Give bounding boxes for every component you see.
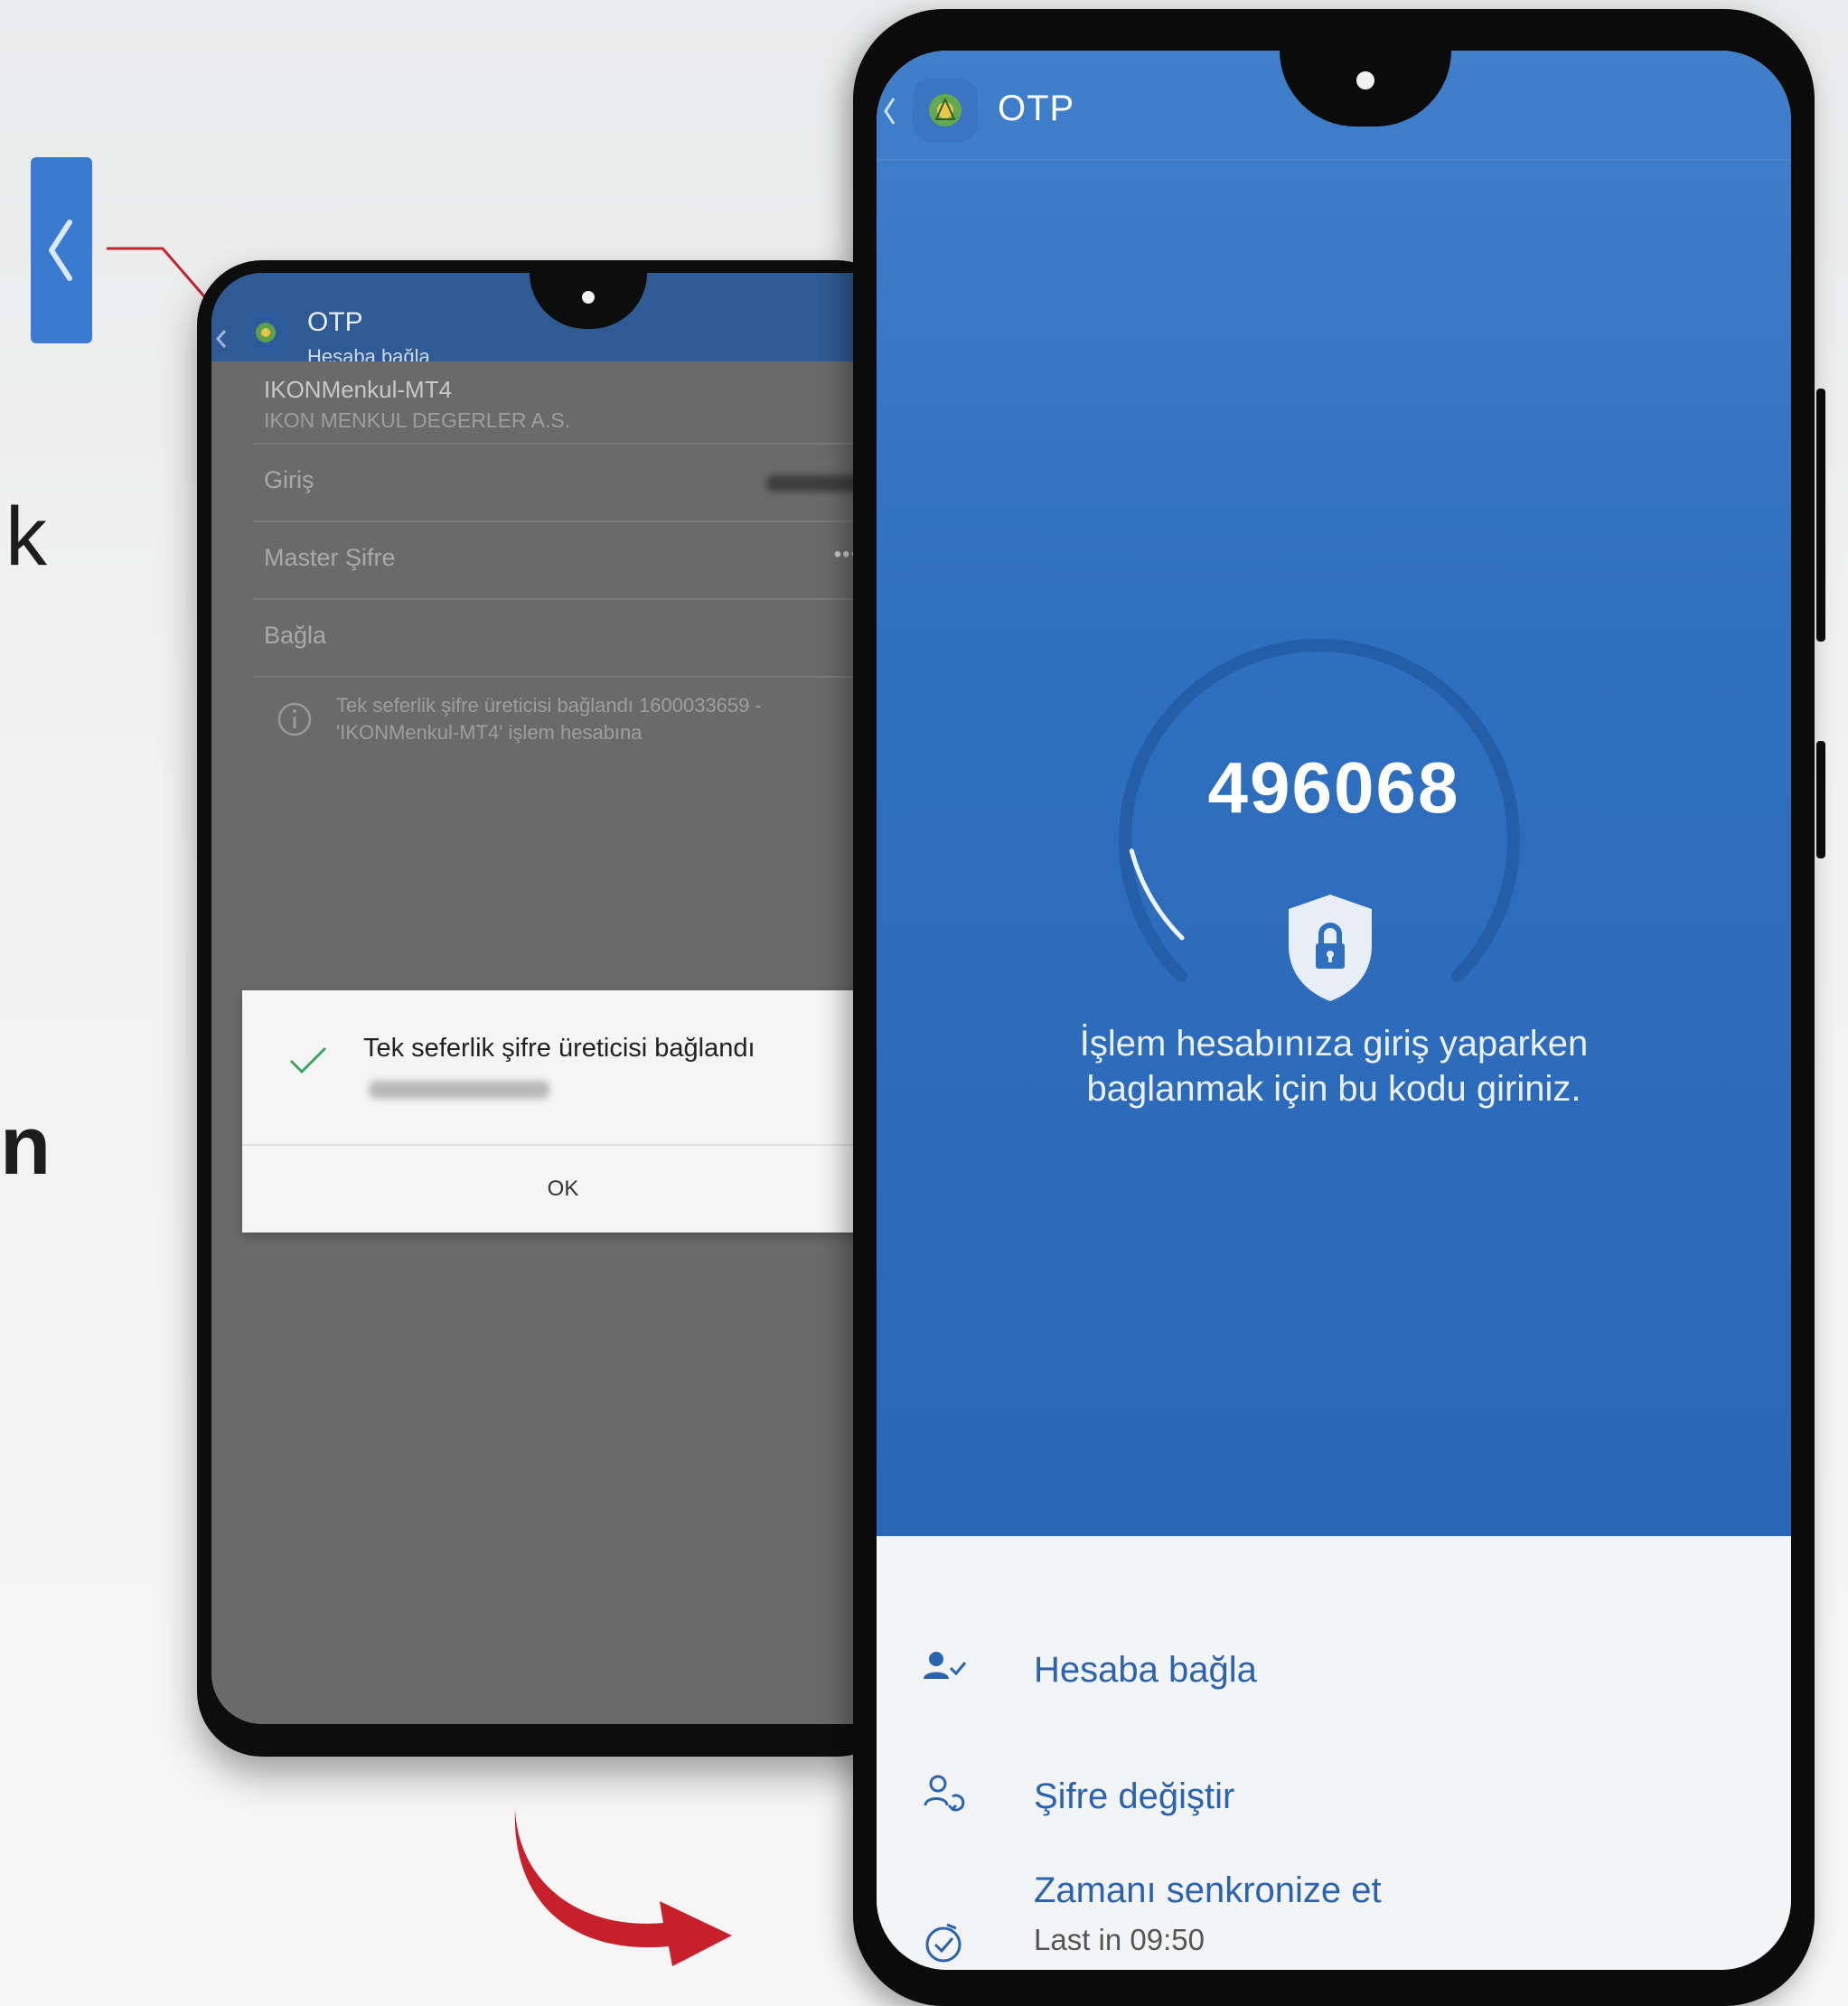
back-arrow-icon[interactable] (215, 329, 228, 349)
back-phone-screen: OTP Hesaba bağla BA IKONMenkul-MT4 IKON … (211, 273, 902, 1724)
back-phone: OTP Hesaba bağla BA IKONMenkul-MT4 IKON … (197, 260, 902, 1757)
link-account-form: IKONMenkul-MT4 IKON MENKUL DEGERLER A.S.… (211, 361, 902, 1724)
success-check-icon (289, 1046, 327, 1074)
camera-icon (1348, 63, 1383, 98)
metatrader-logo-icon (913, 78, 978, 143)
master-password-row[interactable]: Master Şifre •••••••• (253, 522, 902, 600)
link-label: Bağla (264, 622, 327, 649)
dialog-ok-button[interactable]: OK (242, 1176, 902, 1202)
front-phone-notch (1280, 51, 1451, 127)
login-row[interactable]: Giriş (253, 445, 902, 522)
menu-label-sync-time: Zamanı senkronize et (1034, 1870, 1382, 1910)
broker-row[interactable]: IKONMenkul-MT4 IKON MENKUL DEGERLER A.S. (253, 361, 902, 445)
success-dialog: Tek seferlik şifre üreticisi bağlandı OK (242, 990, 902, 1233)
menu-item-link-account[interactable]: Hesaba bağla (877, 1626, 1791, 1717)
metatrader-logo-icon (244, 311, 287, 354)
link-row[interactable]: Bağla (253, 600, 902, 678)
sync-time-icon (925, 1923, 962, 1963)
login-label: Giriş (264, 466, 314, 493)
dialog-message: Tek seferlik şifre üreticisi bağlandı (363, 1034, 755, 1063)
info-text: Tek seferlik şifre üreticisi bağlandı 16… (336, 694, 762, 744)
menu-item-change-password[interactable]: Şifre değiştir (877, 1753, 1791, 1843)
sync-last-time: Last in 09:50 (1034, 1923, 1205, 1956)
menu-label-change-password: Şifre değiştir (1034, 1776, 1235, 1816)
transition-arrow-icon (514, 1809, 732, 1966)
volume-button (1816, 389, 1825, 642)
dialog-divider (242, 1144, 902, 1146)
otp-menu: Hesaba bağla Şifre değiştir Zamanı senkr… (877, 1536, 1791, 1970)
broker-company: IKON MENKUL DEGERLER A.S. (264, 408, 571, 432)
dialog-account-blurred (369, 1081, 549, 1099)
menu-item-sync-time[interactable]: Zamanı senkronize et Last in 09:50 (877, 1870, 1791, 1963)
edge-text-n: n (0, 1100, 52, 1192)
link-account-icon (924, 1652, 967, 1679)
edge-text-k: k (5, 491, 47, 583)
back-chevron-icon (49, 220, 72, 281)
app-bar-divider (877, 159, 1791, 161)
menu-label-link-account: Hesaba bağla (1034, 1650, 1257, 1690)
master-password-label: Master Şifre (264, 544, 396, 571)
back-arrow-icon[interactable] (882, 96, 896, 127)
otp-code: 496068 (1207, 747, 1460, 828)
front-phone: OTP 496068 İşlem hesabınıza giriş yapark… (853, 9, 1825, 2006)
power-button (1816, 741, 1825, 858)
otp-panel: OTP 496068 İşlem hesabınıza giriş yapark… (877, 51, 1791, 1536)
back-button-callout (31, 157, 92, 343)
info-message: Tek seferlik şifre üreticisi bağlandı 16… (262, 692, 875, 755)
info-icon (277, 702, 312, 736)
camera-icon (577, 286, 600, 309)
shield-lock-icon (1289, 895, 1372, 1001)
otp-instruction: İşlem hesabınıza giriş yaparken baglanma… (1079, 1024, 1589, 1109)
app-title: OTP (998, 89, 1075, 128)
front-phone-screen: OTP 496068 İşlem hesabınıza giriş yapark… (877, 51, 1791, 1970)
change-password-icon (924, 1775, 965, 1812)
broker-name: IKONMenkul-MT4 (264, 376, 453, 403)
back-phone-app-title: OTP (307, 307, 363, 337)
